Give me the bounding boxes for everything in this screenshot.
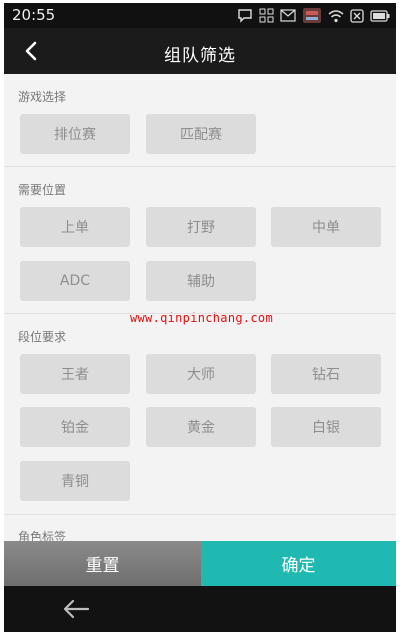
message-icon: [238, 9, 252, 23]
status-time: 20:55: [12, 6, 56, 24]
option-master[interactable]: 大师: [146, 354, 256, 394]
wifi-icon: [328, 9, 344, 22]
bottom-action-bar: 重置 确定: [4, 541, 396, 586]
section-title-rank: 段位要求: [18, 330, 67, 344]
option-support[interactable]: 辅助: [146, 261, 256, 301]
option-king[interactable]: 王者: [20, 354, 130, 394]
filter-content[interactable]: 游戏选择 排位赛 匹配赛 需要位置 上单 打野 中单 ADC 辅助 www.qi…: [4, 74, 396, 541]
nav-back-button[interactable]: [60, 598, 92, 620]
reset-button[interactable]: 重置: [4, 541, 201, 586]
status-icons: [237, 7, 390, 24]
page-title: 组队筛选: [164, 46, 236, 66]
battery-icon: [370, 9, 390, 22]
arrow-left-icon: [63, 599, 90, 619]
option-top[interactable]: 上单: [20, 207, 130, 247]
system-nav-bar: [4, 586, 396, 632]
app-notification-icon: [303, 8, 321, 23]
section-title-game: 游戏选择: [18, 90, 67, 104]
option-diamond[interactable]: 钻石: [271, 354, 381, 394]
option-bronze[interactable]: 青铜: [20, 461, 130, 501]
option-ranked-match[interactable]: 排位赛: [20, 114, 130, 154]
app-frame: 20:55 组队筛选 游戏选择 排位赛 匹配赛 需要位置 上单 打野 中单 AD…: [4, 3, 396, 632]
divider: [4, 514, 396, 515]
status-bar: 20:55: [4, 3, 396, 28]
confirm-button[interactable]: 确定: [201, 541, 396, 586]
option-adc[interactable]: ADC: [20, 261, 130, 301]
section-title-role: 角色标签: [18, 530, 67, 541]
title-bar: 组队筛选: [4, 28, 396, 74]
option-silver[interactable]: 白银: [271, 407, 381, 447]
grid-app-icon: [259, 8, 274, 23]
option-jungle[interactable]: 打野: [146, 207, 256, 247]
option-mid[interactable]: 中单: [271, 207, 381, 247]
option-gold[interactable]: 黄金: [146, 407, 256, 447]
divider: [4, 166, 396, 167]
divider: [4, 313, 396, 314]
sim-icon: [350, 8, 364, 23]
option-platinum[interactable]: 铂金: [20, 407, 130, 447]
section-title-position: 需要位置: [18, 183, 67, 197]
option-normal-match[interactable]: 匹配赛: [146, 114, 256, 154]
mail-icon: [280, 9, 296, 22]
